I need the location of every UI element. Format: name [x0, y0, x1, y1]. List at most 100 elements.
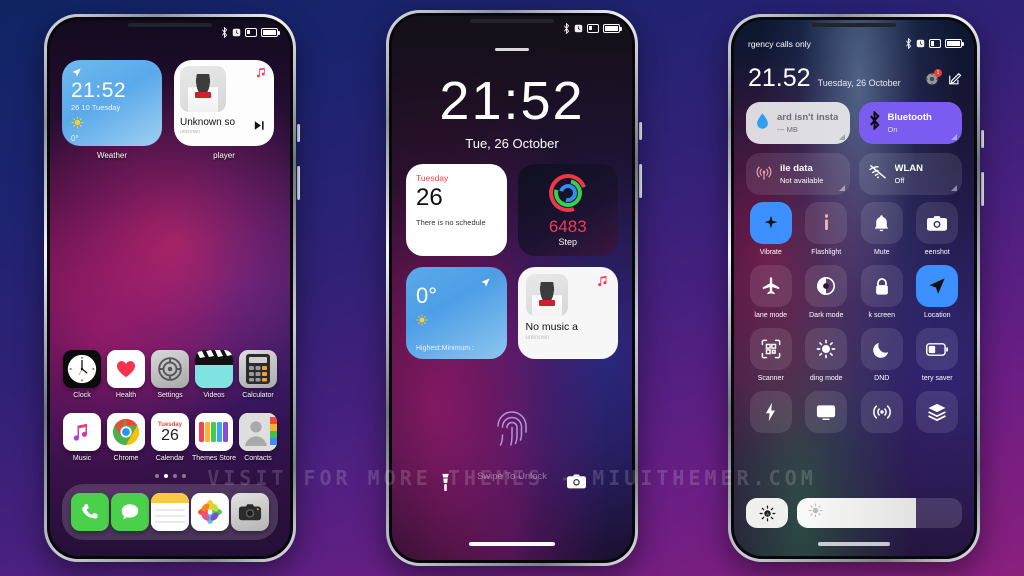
play-next-icon[interactable] — [254, 120, 266, 134]
nfc-broadcast-icon[interactable] — [860, 391, 903, 433]
qs-nfc[interactable] — [857, 391, 907, 438]
chrome-icon[interactable] — [107, 412, 145, 451]
tile-mobile-data[interactable]: ile data Not available — [746, 153, 850, 195]
tile-wlan[interactable]: WLAN Off — [858, 153, 962, 195]
alarm-icon — [574, 24, 583, 33]
message-bubble-icon[interactable] — [111, 493, 149, 531]
contacts-icon[interactable] — [239, 412, 277, 451]
qs-layers[interactable] — [913, 391, 963, 438]
expand-corner-icon[interactable] — [838, 134, 845, 140]
app-health[interactable]: Health — [104, 350, 148, 401]
reading-sun-icon[interactable] — [805, 328, 848, 370]
app-label: Chrome — [113, 454, 139, 462]
qs-label: lane mode — [754, 312, 788, 319]
music-widget[interactable]: No music a unknown — [517, 267, 618, 359]
home-indicator[interactable] — [818, 542, 890, 546]
cast-screen-icon[interactable] — [805, 391, 848, 433]
qs-battery-saver[interactable]: tery saver — [913, 328, 963, 382]
weather-widget[interactable]: 21:52 26 10 Tuesday 0° Weather — [62, 60, 162, 160]
qs-flashlight[interactable]: Flashlight — [802, 202, 852, 256]
moon-icon[interactable] — [860, 328, 903, 370]
app-contacts[interactable]: Contacts — [236, 412, 280, 464]
app-music[interactable]: Music — [60, 412, 104, 464]
app-calendar[interactable]: Tuesday 26 Calendar — [148, 412, 192, 464]
flashlight-icon[interactable] — [805, 202, 848, 244]
qr-scan-icon[interactable] — [749, 328, 792, 370]
sim-icon — [587, 23, 599, 33]
airplane-icon[interactable] — [749, 265, 792, 307]
notes-icon[interactable] — [151, 493, 189, 531]
themes-icon[interactable] — [195, 412, 233, 451]
qs-scanner[interactable]: Scanner — [746, 328, 796, 382]
auto-brightness-icon[interactable]: A — [746, 498, 788, 528]
edit-icon[interactable] — [948, 72, 962, 91]
home-widget-row: 21:52 26 10 Tuesday 0° Weather Unknown s… — [62, 60, 278, 160]
layers-icon[interactable] — [916, 391, 959, 433]
tile-data-usage[interactable]: ard isn't insta --- MB — [746, 102, 850, 144]
qs-label: eenshot — [924, 249, 950, 256]
phone-icon[interactable] — [71, 493, 109, 531]
page-dot[interactable] — [172, 474, 177, 478]
app-themes-store[interactable]: Themes Store — [192, 412, 236, 464]
clock-icon[interactable] — [63, 350, 101, 388]
data-drop-icon — [755, 112, 770, 135]
step-widget[interactable]: 6483 Step — [517, 164, 618, 256]
weather-widget[interactable]: 0° Highest:Minimum : — [406, 267, 507, 359]
big-tiles: ard isn't insta --- MB Bluetooth On ile … — [746, 102, 962, 195]
page-dot-active[interactable] — [163, 474, 168, 478]
qs-vibrate[interactable]: Vibrate — [746, 202, 796, 256]
qs-mute[interactable]: Mute — [857, 202, 907, 256]
heart-icon[interactable] — [107, 350, 145, 388]
vibrate-icon[interactable] — [749, 202, 792, 244]
battery-saver-icon[interactable] — [916, 328, 959, 370]
page-dot[interactable] — [154, 474, 159, 478]
app-videos[interactable]: Videos — [192, 350, 236, 401]
fingerprint-icon[interactable] — [495, 408, 529, 448]
qs-screenshot[interactable]: eenshot — [913, 202, 963, 256]
app-clock[interactable]: Clock — [60, 350, 104, 401]
clapperboard-icon[interactable] — [195, 350, 233, 388]
app-calculator[interactable]: Calculator — [236, 350, 280, 401]
qs-lock-screen[interactable]: k screen — [857, 265, 907, 319]
calendar-icon[interactable]: Tuesday 26 — [151, 412, 189, 451]
photos-icon[interactable] — [191, 493, 229, 531]
qs-dark-mode[interactable]: Dark mode — [802, 265, 852, 319]
bolt-icon[interactable] — [749, 391, 792, 433]
settings-shortcut-icon[interactable]: 1 — [925, 69, 942, 91]
music-note-icon — [255, 66, 268, 81]
gear-icon[interactable] — [151, 350, 189, 388]
camera-icon[interactable] — [567, 473, 586, 498]
qs-quick-charge[interactable] — [746, 391, 796, 438]
contrast-icon[interactable] — [805, 265, 848, 307]
qs-cast[interactable] — [802, 391, 852, 438]
expand-corner-icon[interactable] — [951, 134, 957, 140]
weather-widget-card[interactable]: 21:52 26 10 Tuesday 0° — [62, 60, 162, 146]
expand-corner-icon[interactable] — [838, 185, 845, 191]
camera-icon[interactable] — [231, 493, 269, 531]
qs-label: Location — [924, 312, 951, 319]
flashlight-icon[interactable] — [438, 473, 453, 498]
qs-airplane-mode[interactable]: lane mode — [746, 265, 796, 319]
lock-icon[interactable] — [860, 265, 903, 307]
page-dot[interactable] — [181, 474, 186, 478]
qs-dnd[interactable]: DND — [857, 328, 907, 382]
player-widget-card[interactable]: Unknown so unknown — [174, 60, 274, 146]
music-note-icon[interactable] — [63, 412, 101, 451]
app-settings[interactable]: Settings — [148, 350, 192, 401]
location-arrow-icon[interactable] — [916, 265, 959, 307]
calendar-widget[interactable]: Tuesday 26 There is no schedule — [406, 164, 507, 256]
expand-corner-icon[interactable] — [951, 185, 957, 191]
qs-location[interactable]: Location — [913, 265, 963, 319]
bell-icon[interactable] — [860, 202, 903, 244]
calendar-date: 26 — [161, 427, 179, 445]
calculator-icon[interactable] — [239, 350, 277, 388]
app-chrome[interactable]: Chrome — [104, 412, 148, 464]
control-center-date: Tuesday, 26 October — [817, 78, 901, 88]
player-widget[interactable]: Unknown so unknown player — [174, 60, 274, 160]
tile-bluetooth[interactable]: Bluetooth On — [858, 102, 962, 144]
tile-title: WLAN — [894, 163, 924, 175]
qs-reading-mode[interactable]: ding mode — [802, 328, 852, 382]
home-indicator[interactable] — [469, 542, 555, 546]
brightness-slider[interactable] — [797, 498, 962, 528]
camera-icon[interactable] — [916, 202, 959, 244]
